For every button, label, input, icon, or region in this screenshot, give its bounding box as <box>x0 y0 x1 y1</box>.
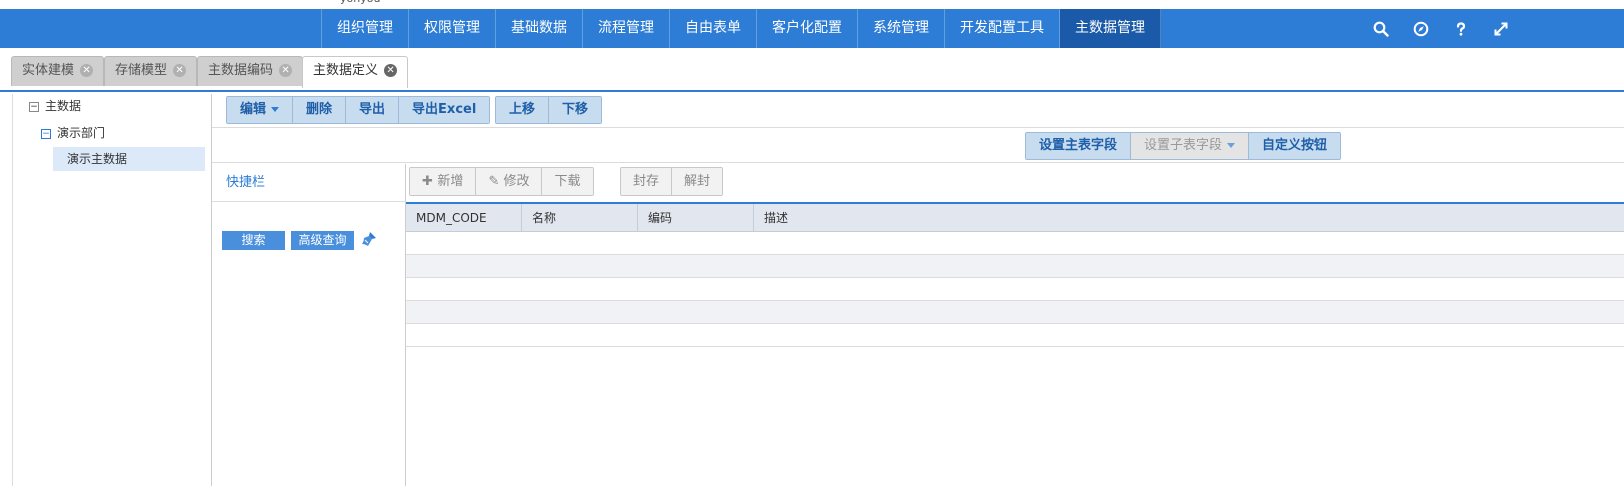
brush-icon[interactable] <box>360 230 378 248</box>
delete-button[interactable]: 删除 <box>293 97 347 123</box>
set-main-fields-button[interactable]: 设置主表字段 <box>1026 133 1132 159</box>
tab-entity-modeling[interactable]: 实体建模 ✕ <box>11 56 105 86</box>
tab-label: 主数据编码 <box>208 63 274 78</box>
download-button[interactable]: 下载 <box>542 168 593 195</box>
tab-storage-model[interactable]: 存储模型 ✕ <box>104 56 198 86</box>
tree-node-label: 演示主数据 <box>67 152 128 166</box>
table-row[interactable] <box>406 324 1624 347</box>
nav-item-permission[interactable]: 权限管理 <box>409 9 496 48</box>
help-icon[interactable] <box>1452 20 1470 38</box>
order-toolbar: 上移 下移 <box>495 96 603 124</box>
export-excel-button[interactable]: 导出Excel <box>399 97 490 123</box>
add-button[interactable]: ✚ 新增 <box>410 168 477 195</box>
tree-node-demo-master-data[interactable]: 演示主数据 <box>53 147 205 171</box>
table-row[interactable] <box>406 255 1624 278</box>
collapse-icon[interactable]: − <box>29 101 39 112</box>
nav-item-workflow[interactable]: 流程管理 <box>583 9 670 48</box>
tree-node-label: 演示部门 <box>57 126 106 140</box>
column-header[interactable]: 描述 <box>754 204 1624 232</box>
edit-button[interactable]: 编辑 <box>227 97 294 123</box>
table-row[interactable] <box>406 278 1624 301</box>
tab-bar: 实体建模 ✕ 存储模型 ✕ 主数据编码 ✕ 主数据定义 ✕ <box>0 50 1624 92</box>
compass-icon[interactable] <box>1412 20 1430 38</box>
column-header[interactable]: MDM_CODE <box>406 204 522 232</box>
nav-item-master-data[interactable]: 主数据管理 <box>1060 9 1161 48</box>
export-button[interactable]: 导出 <box>346 97 400 123</box>
quick-panel-title: 快捷栏 <box>212 164 406 202</box>
move-up-button[interactable]: 上移 <box>496 97 550 123</box>
divider <box>212 127 1624 128</box>
seal-toolbar: 封存 解封 <box>620 167 724 196</box>
set-sub-fields-button[interactable]: 设置子表字段 <box>1131 133 1250 159</box>
collapse-icon[interactable]: − <box>41 128 51 139</box>
tab-master-data-definition[interactable]: 主数据定义 ✕ <box>302 56 409 88</box>
tab-label: 存储模型 <box>115 63 168 78</box>
close-icon[interactable]: ✕ <box>279 64 293 77</box>
custom-buttons-button[interactable]: 自定义按钮 <box>1249 133 1341 159</box>
tree-node-label: 主数据 <box>45 99 82 113</box>
close-icon[interactable]: ✕ <box>173 64 187 77</box>
data-grid: MDM_CODE 名称 编码 描述 <box>406 202 1624 347</box>
nav-item-customization[interactable]: 客户化配置 <box>757 9 858 48</box>
nav-item-free-form[interactable]: 自由表单 <box>670 9 757 48</box>
chevron-down-icon <box>1227 143 1236 148</box>
tree-node-demo-department[interactable]: − 演示部门 <box>41 121 105 145</box>
main-content: 编辑 删除 导出 导出Excel 上移 下移 设置主表字段 设置子表字段 自定义… <box>212 94 1624 486</box>
grid-header: MDM_CODE 名称 编码 描述 <box>406 202 1624 232</box>
field-toolbar: 设置主表字段 设置子表字段 自定义按钮 <box>1025 132 1342 160</box>
quick-panel: 快捷栏 搜索 高级查询 <box>212 164 406 486</box>
nav-item-basic-data[interactable]: 基础数据 <box>496 9 583 48</box>
record-toolbar: 编辑 删除 导出 导出Excel <box>226 96 491 124</box>
set-sub-fields-label: 设置子表字段 <box>1144 138 1223 153</box>
master-data-tree: − 主数据 − 演示部门 演示主数据 <box>12 94 212 486</box>
tab-master-data-code[interactable]: 主数据编码 ✕ <box>197 56 304 86</box>
edit-icon: ✎ <box>488 174 504 189</box>
column-header[interactable]: 名称 <box>522 204 638 232</box>
tab-label: 主数据定义 <box>313 63 379 78</box>
table-row[interactable] <box>406 301 1624 324</box>
chevron-down-icon <box>271 107 280 112</box>
top-navigation-bar: 组织管理 权限管理 基础数据 流程管理 自由表单 客户化配置 系统管理 开发配置… <box>0 9 1624 48</box>
unseal-button[interactable]: 解封 <box>672 168 723 195</box>
fullscreen-icon[interactable] <box>1492 20 1510 38</box>
table-row[interactable] <box>406 232 1624 255</box>
close-icon[interactable]: ✕ <box>80 64 94 77</box>
modify-label: 修改 <box>503 174 530 189</box>
grid-action-toolbar: ✚ 新增 ✎ 修改 下载 <box>409 167 594 196</box>
edit-label: 编辑 <box>240 102 267 117</box>
search-icon[interactable] <box>1372 20 1390 38</box>
tree-node-root[interactable]: − 主数据 <box>29 94 81 118</box>
divider <box>212 162 1624 163</box>
column-header[interactable]: 编码 <box>638 204 754 232</box>
search-button[interactable]: 搜索 <box>222 231 285 250</box>
tab-label: 实体建模 <box>22 63 75 78</box>
nav-menu: 组织管理 权限管理 基础数据 流程管理 自由表单 客户化配置 系统管理 开发配置… <box>321 9 1161 48</box>
nav-icon-group <box>1372 9 1510 48</box>
advanced-query-button[interactable]: 高级查询 <box>291 231 354 250</box>
modify-button[interactable]: ✎ 修改 <box>476 168 543 195</box>
nav-item-dev-tools[interactable]: 开发配置工具 <box>945 9 1060 48</box>
logo-text: yonyou <box>340 0 380 5</box>
close-icon[interactable]: ✕ <box>384 64 398 77</box>
add-label: 新增 <box>437 174 464 189</box>
nav-item-org[interactable]: 组织管理 <box>321 9 409 48</box>
nav-item-system[interactable]: 系统管理 <box>858 9 945 48</box>
move-down-button[interactable]: 下移 <box>549 97 602 123</box>
seal-button[interactable]: 封存 <box>621 168 673 195</box>
plus-icon: ✚ <box>422 174 438 189</box>
